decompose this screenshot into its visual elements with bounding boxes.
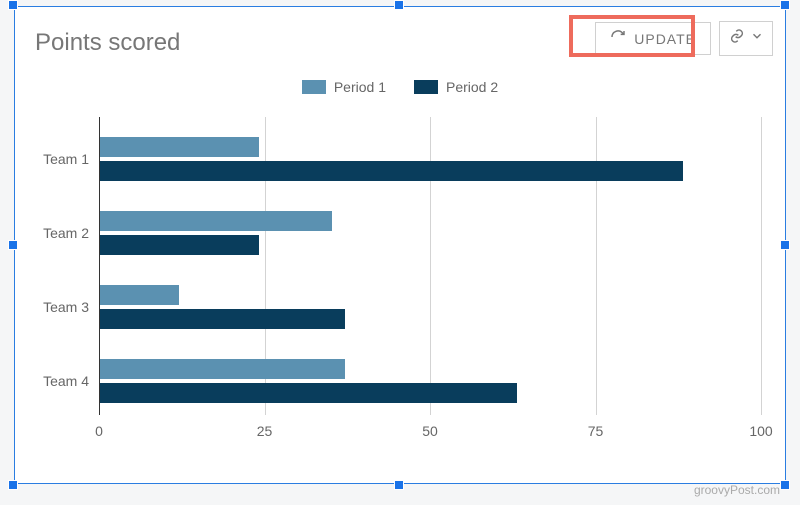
bar[interactable]: [100, 383, 517, 403]
watermark: groovyPost.com: [694, 483, 780, 497]
category-label: Team 4: [29, 373, 89, 389]
link-options-button[interactable]: [719, 21, 773, 56]
resize-handle-top-left[interactable]: [8, 0, 18, 10]
resize-handle-top-middle[interactable]: [394, 0, 404, 10]
gridline: [761, 117, 762, 415]
resize-handle-bottom-right[interactable]: [780, 480, 790, 490]
resize-handle-middle-left[interactable]: [8, 240, 18, 250]
x-tick-label: 100: [749, 423, 772, 439]
category-label: Team 2: [29, 225, 89, 241]
category-label: Team 1: [29, 151, 89, 167]
bar[interactable]: [100, 359, 345, 379]
legend-label: Period 1: [334, 79, 386, 95]
resize-handle-top-right[interactable]: [780, 0, 790, 10]
bar[interactable]: [100, 137, 259, 157]
legend-swatch: [302, 80, 326, 94]
legend-swatch: [414, 80, 438, 94]
chart-title: Points scored: [35, 29, 180, 57]
legend-label: Period 2: [446, 79, 498, 95]
x-tick-label: 50: [422, 423, 438, 439]
update-label: UPDATE: [634, 31, 696, 47]
x-tick-label: 75: [588, 423, 604, 439]
update-button[interactable]: UPDATE: [595, 22, 711, 55]
chevron-down-icon: [750, 29, 764, 48]
resize-handle-bottom-left[interactable]: [8, 480, 18, 490]
resize-handle-middle-right[interactable]: [780, 240, 790, 250]
bar[interactable]: [100, 285, 179, 305]
x-tick-label: 0: [95, 423, 103, 439]
chart-toolbar: UPDATE: [595, 21, 773, 56]
chart-object[interactable]: Points scored UPDATE: [14, 6, 786, 484]
legend-item[interactable]: Period 1: [302, 79, 386, 95]
bar[interactable]: [100, 309, 345, 329]
x-tick-label: 25: [257, 423, 273, 439]
resize-handle-bottom-middle[interactable]: [394, 480, 404, 490]
legend: Period 1 Period 2: [15, 79, 785, 95]
category-label: Team 3: [29, 299, 89, 315]
plot-area: 0255075100Team 1Team 2Team 3Team 4: [99, 117, 761, 437]
bar[interactable]: [100, 211, 332, 231]
legend-item[interactable]: Period 2: [414, 79, 498, 95]
link-icon: [728, 28, 746, 49]
bar[interactable]: [100, 161, 683, 181]
bar[interactable]: [100, 235, 259, 255]
refresh-icon: [610, 29, 626, 48]
